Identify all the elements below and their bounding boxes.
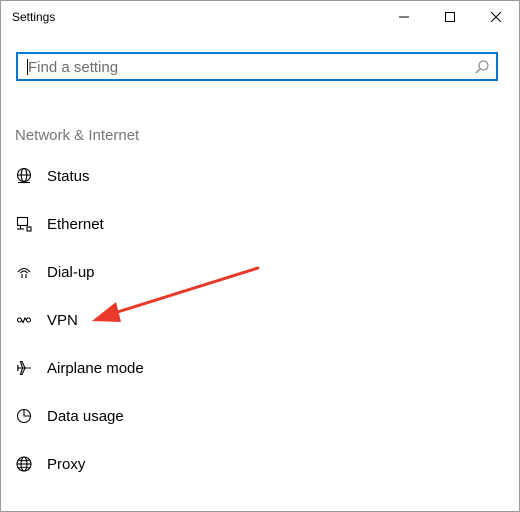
search-box[interactable] [16,52,498,81]
close-button[interactable] [473,1,519,33]
search-input[interactable] [28,57,468,77]
nav-label-proxy: Proxy [47,455,86,473]
nav-item-vpn[interactable]: VPN [1,300,519,340]
vpn-icon [15,311,33,329]
data-usage-icon [15,407,33,425]
nav-label-vpn: VPN [47,311,78,329]
nav-item-data-usage[interactable]: Data usage [1,396,519,436]
close-icon [491,12,501,22]
minimize-icon [399,16,409,18]
nav-item-dialup[interactable]: Dial-up [1,252,519,292]
nav-item-airplane-mode[interactable]: Airplane mode [1,348,519,388]
ethernet-icon [15,215,33,233]
proxy-globe-icon [15,455,33,473]
minimize-button[interactable] [381,1,427,33]
maximize-icon [445,12,455,22]
section-title: Network & Internet [15,127,140,144]
search-icon[interactable] [474,59,490,75]
nav-label-ethernet: Ethernet [47,215,104,233]
nav-label-dialup: Dial-up [47,263,95,281]
nav-item-proxy[interactable]: Proxy [1,444,519,484]
status-globe-icon [15,167,33,185]
nav-item-status[interactable]: Status [1,156,519,196]
nav-label-status: Status [47,167,90,185]
dialup-icon [15,263,33,281]
window-title: Settings [12,10,56,24]
maximize-button[interactable] [427,1,473,33]
nav-item-ethernet[interactable]: Ethernet [1,204,519,244]
title-bar[interactable]: Settings [1,1,519,33]
nav-label-airplane-mode: Airplane mode [47,359,144,377]
airplane-icon [15,359,33,377]
nav-label-data-usage: Data usage [47,407,124,425]
settings-window: Settings Network & Internet [0,0,520,512]
